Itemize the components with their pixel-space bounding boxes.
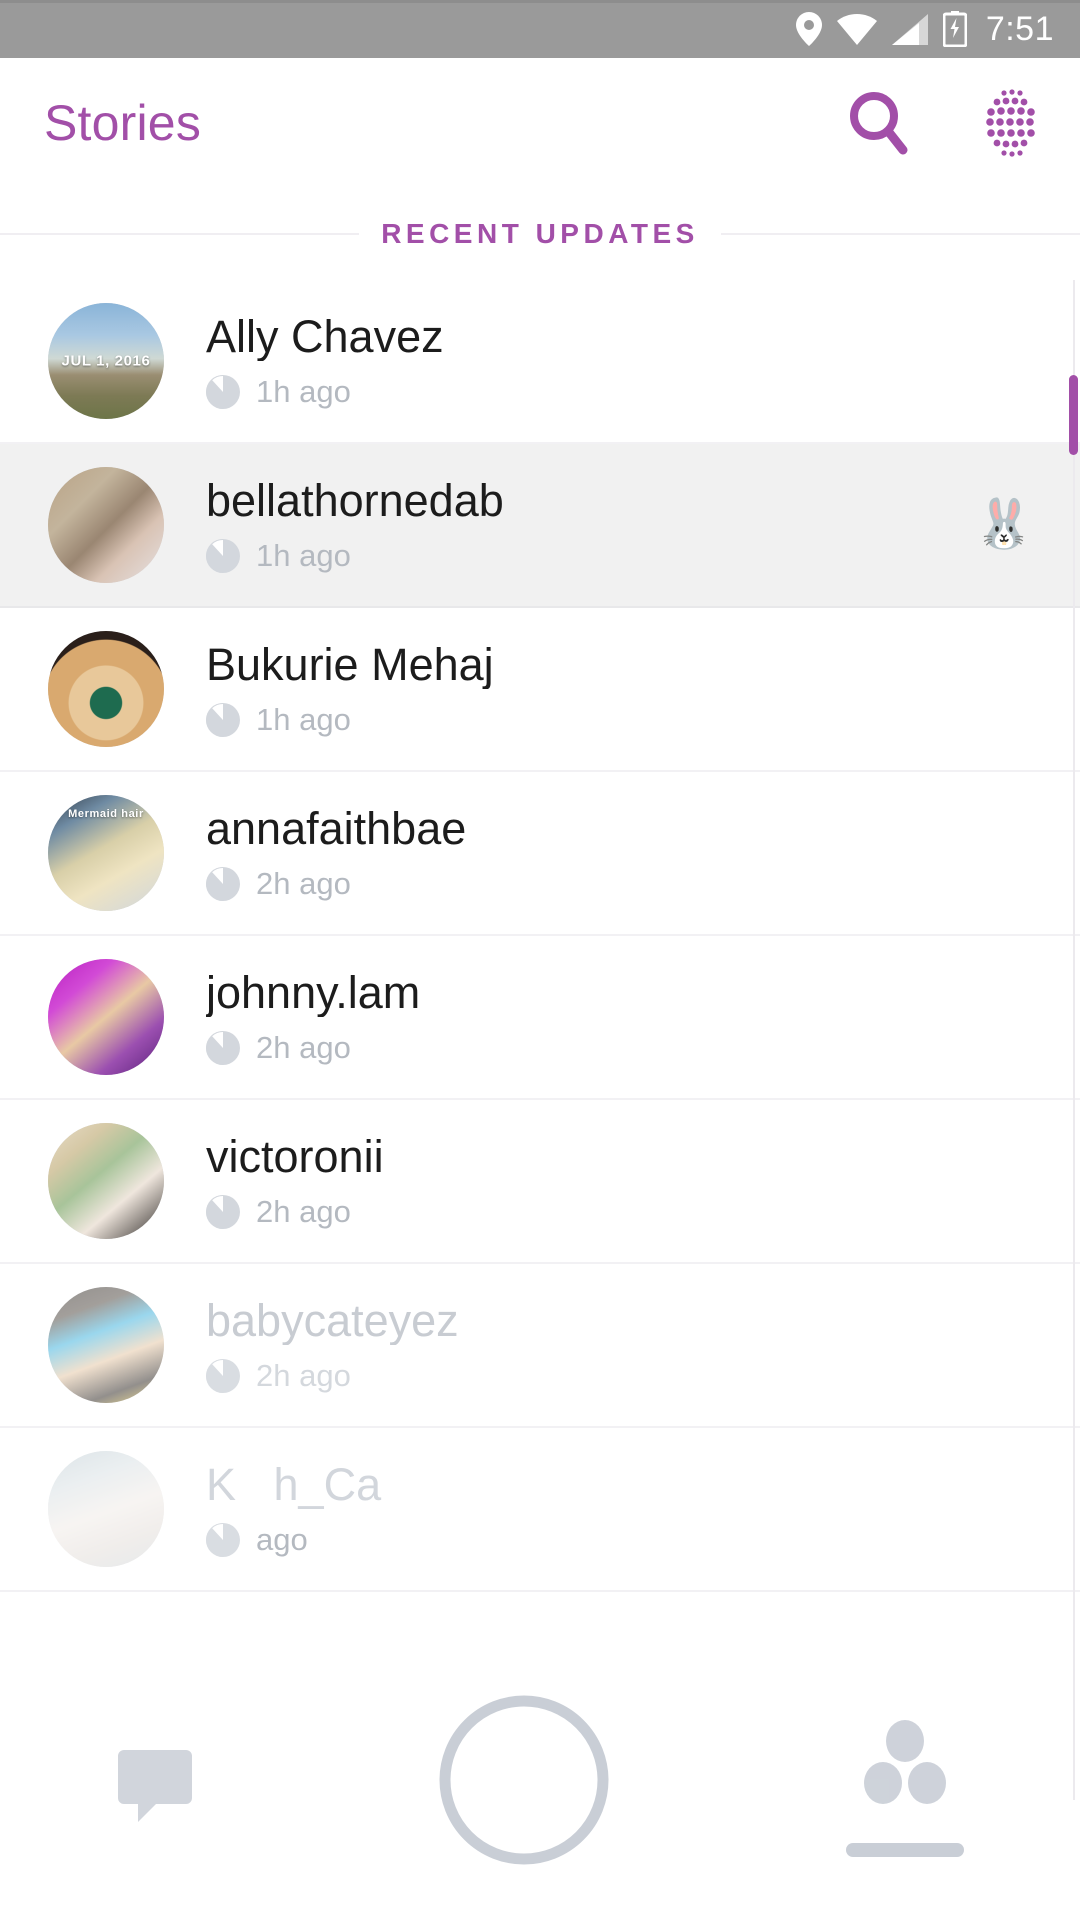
story-row[interactable]: babycateyez 2h ago [0,1264,1080,1428]
status-bar-top-edge [0,0,1080,3]
story-username: bellathornedab [206,477,504,525]
viewed-indicator-icon [206,1522,240,1557]
story-timestamp: 2h ago [256,1030,351,1066]
story-timestamp: 1h ago [256,374,351,410]
viewed-indicator-icon [206,1358,240,1393]
header-actions [848,88,1046,158]
story-username: annafaithbae [206,805,467,853]
viewed-indicator-icon [206,374,240,409]
story-text-block: Ally Chavez 1h ago [206,313,1040,410]
section-header-recent-updates: RECENT UPDATES [0,188,1080,280]
status-bar-clock: 7:51 [985,9,1054,48]
story-row[interactable]: Mermaid hair annafaithbae 2h ago [0,772,1080,936]
story-row[interactable]: JUL 1, 2016 Ally Chavez 1h ago [0,280,1080,444]
avatar[interactable] [48,631,164,747]
viewed-indicator-icon [206,1194,240,1229]
avatar-image [48,959,164,1075]
story-username: K h_Ca [206,1461,382,1509]
dotted-grid-icon[interactable] [976,88,1046,158]
story-row[interactable]: johnny.lam 2h ago [0,936,1080,1100]
viewed-indicator-icon [206,866,240,901]
story-username: babycateyez [206,1297,459,1345]
avatar[interactable] [48,959,164,1075]
chat-bubble-icon[interactable] [116,1742,202,1828]
scrollbar[interactable] [1069,280,1080,1920]
avatar[interactable] [48,1451,164,1567]
friends-icon[interactable] [845,1713,964,1857]
story-row[interactable]: victoronii 2h ago [0,1100,1080,1264]
viewed-indicator-icon [206,702,240,737]
avatar-image [48,631,164,747]
battery-charging-icon [942,11,967,47]
avatar-image [48,1123,164,1239]
stories-screen: 7:51 Stories RECENT UPDATES JUL 1, 2016 … [0,0,1080,1920]
avatar[interactable]: JUL 1, 2016 [48,303,164,419]
story-meta: 2h ago [206,1358,1040,1394]
cellular-signal-icon [891,13,928,45]
avatar-caption: JUL 1, 2016 [61,352,151,370]
camera-capture-button[interactable] [435,1691,613,1869]
story-row[interactable]: K h_Caago [0,1428,1080,1592]
story-meta: 1h ago [206,702,1040,738]
story-timestamp: 2h ago [256,1358,351,1394]
story-text-block: K h_Caago [206,1461,1040,1558]
avatar-image [48,467,164,583]
story-meta: ago [206,1522,1040,1558]
viewed-indicator-icon [206,538,240,573]
avatar[interactable]: Mermaid hair [48,795,164,911]
app-header: Stories [0,58,1080,188]
stories-list[interactable]: JUL 1, 2016 Ally Chavez 1h ago bellathorned… [0,280,1080,1920]
story-row[interactable]: Bukurie Mehaj 1h ago [0,608,1080,772]
story-timestamp: 1h ago [256,702,351,738]
avatar[interactable] [48,467,164,583]
status-bar: 7:51 [0,0,1080,58]
avatar-image [48,1451,164,1567]
story-meta: 2h ago [206,1194,1040,1230]
story-timestamp: 2h ago [256,866,351,902]
scrollbar-track-line [1073,280,1075,1800]
story-friendmoji-icon: 🐰 [974,498,1034,551]
avatar-caption: Mermaid hair [68,807,144,820]
avatar[interactable] [48,1287,164,1403]
story-username: Ally Chavez [206,313,444,361]
story-username: johnny.lam [206,969,421,1017]
story-meta: 2h ago [206,1030,1040,1066]
story-text-block: bellathornedab 1h ago [206,477,974,574]
avatar-image [48,1287,164,1403]
section-divider-right [720,233,1080,235]
location-icon [795,12,822,46]
story-text-block: victoronii 2h ago [206,1133,1040,1230]
avatar[interactable] [48,1123,164,1239]
scrollbar-thumb[interactable] [1069,375,1078,455]
wifi-icon [836,13,877,45]
story-meta: 2h ago [206,866,1040,902]
nav-active-indicator [845,1843,964,1857]
story-row[interactable]: bellathornedab 1h ago 🐰 [0,444,1080,608]
story-timestamp: 1h ago [256,538,351,574]
story-text-block: Bukurie Mehaj 1h ago [206,641,1040,738]
search-icon[interactable] [848,91,910,155]
story-meta: 1h ago [206,374,1040,410]
story-text-block: babycateyez 2h ago [206,1297,1040,1394]
story-timestamp: 2h ago [256,1194,351,1230]
story-meta: 1h ago [206,538,974,574]
page-title: Stories [44,95,202,151]
section-label: RECENT UPDATES [381,218,699,249]
story-text-block: annafaithbae 2h ago [206,805,1040,902]
section-divider-left [0,233,360,235]
story-text-block: johnny.lam 2h ago [206,969,1040,1066]
story-username: victoronii [206,1133,384,1181]
story-timestamp: ago [256,1522,308,1558]
viewed-indicator-icon [206,1030,240,1065]
story-username: Bukurie Mehaj [206,641,494,689]
